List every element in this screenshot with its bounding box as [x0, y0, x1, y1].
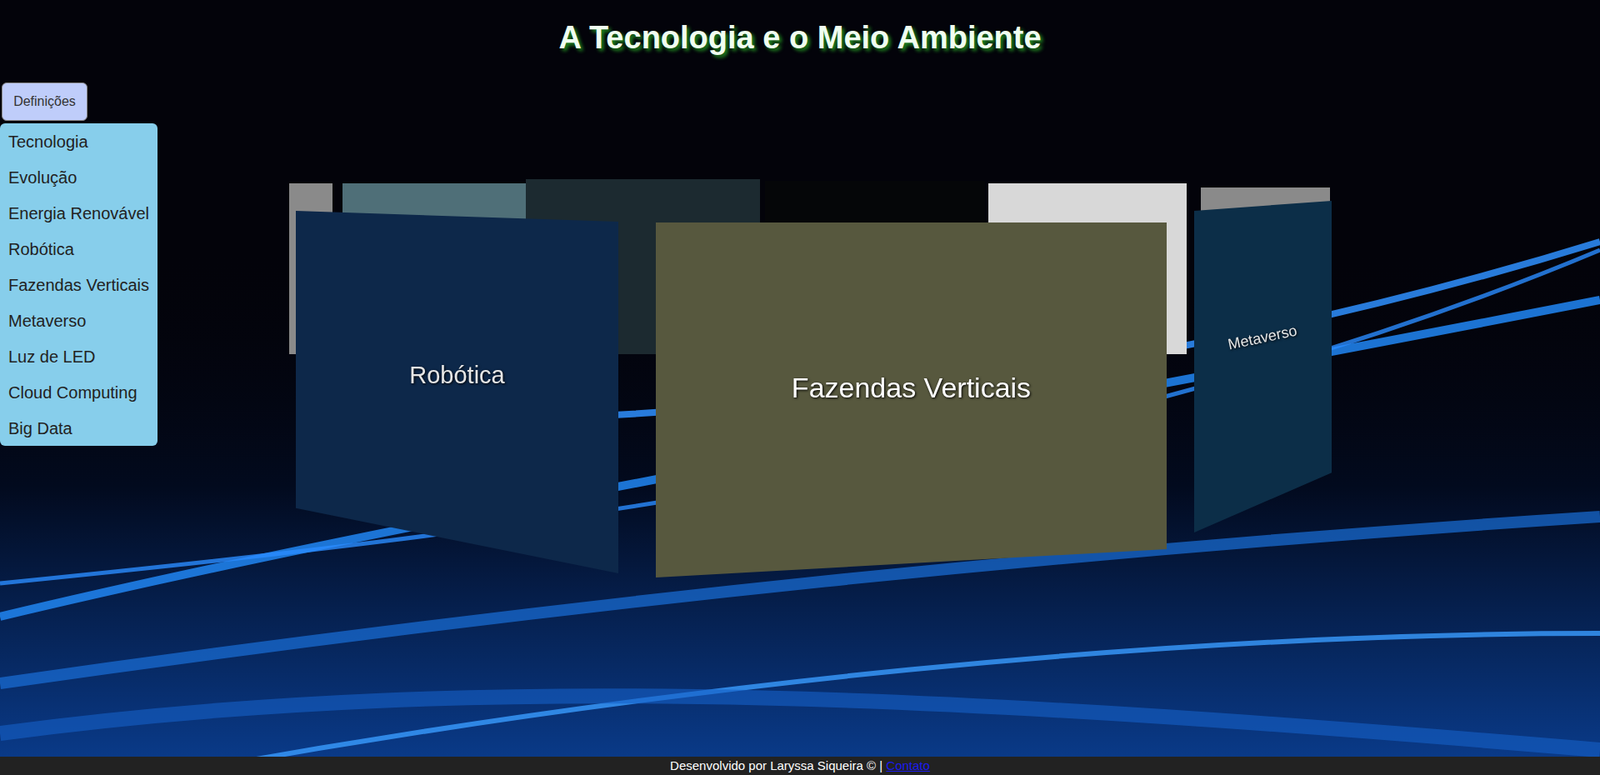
menu-item[interactable]: Energia Renovável [0, 195, 158, 231]
main: RobóticaFazendas VerticaisMetaversoDefin… [0, 79, 1600, 757]
contact-link[interactable]: Contato [885, 757, 930, 775]
page: A Tecnologia e o Meio AmbienteRobóticaFa… [0, 0, 1600, 775]
carousel[interactable]: RobóticaFazendas VerticaisMetaverso [0, 79, 1600, 757]
menu-item[interactable]: Fazendas Verticais [0, 266, 158, 303]
definitions-menu: TecnologiaEvoluçãoEnergia RenovávelRobót… [0, 123, 158, 446]
carousel-card-label: Metaverso [1226, 319, 1300, 356]
carousel-card[interactable]: Metaverso [1194, 200, 1332, 533]
menu-item[interactable]: Big Data [0, 410, 158, 446]
menu-item[interactable]: Cloud Computing [0, 374, 158, 410]
carousel-card-label: Fazendas Verticais [791, 366, 1031, 410]
carousel-card-label: Robótica [409, 357, 505, 395]
definitions-button[interactable]: Definições [1, 82, 88, 121]
carousel-card[interactable]: Fazendas Verticais [655, 222, 1167, 578]
header: A Tecnologia e o Meio Ambiente [0, 0, 1600, 80]
menu-item[interactable]: Tecnologia [0, 123, 158, 160]
page-title: A Tecnologia e o Meio Ambiente [558, 18, 1041, 80]
definitions-dropdown: DefiniçõesTecnologiaEvoluçãoEnergia Reno… [0, 82, 158, 446]
menu-item[interactable]: Evolução [0, 159, 158, 195]
footer-text: Desenvolvido por Laryssa Siqueira © | [670, 757, 886, 775]
footer: Desenvolvido por Laryssa Siqueira © | Co… [0, 756, 1600, 775]
menu-item[interactable]: Luz de LED [0, 338, 158, 375]
menu-item[interactable]: Metaverso [0, 302, 158, 339]
menu-item[interactable]: Robótica [0, 230, 158, 267]
carousel-card[interactable]: Robótica [295, 210, 619, 574]
